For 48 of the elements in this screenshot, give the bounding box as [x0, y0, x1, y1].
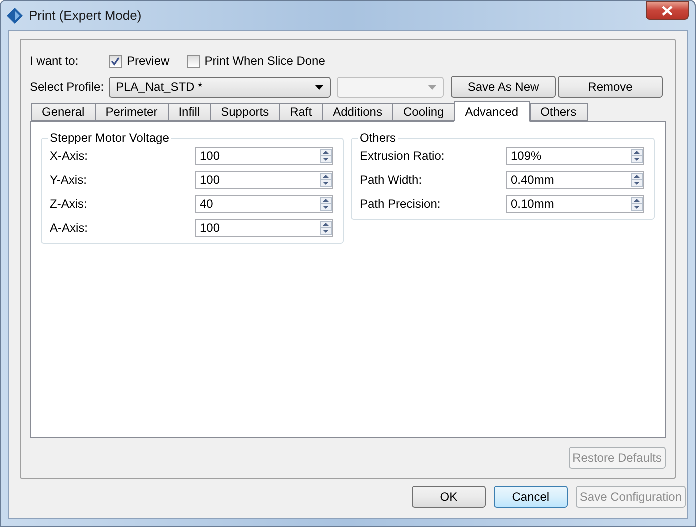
options-label: I want to: [30, 54, 80, 68]
spinner-arrows-icon[interactable] [320, 149, 332, 163]
checkbox[interactable]: Preview [109, 54, 170, 68]
checkbox[interactable]: Print When Slice Done [186, 54, 326, 68]
spin-box[interactable]: 0.10mm [506, 195, 644, 213]
spinner-arrows-icon[interactable] [320, 173, 332, 187]
profile-label: Select Profile: [30, 80, 106, 94]
field-label: Extrusion Ratio: [360, 149, 446, 163]
spinner-arrows-icon[interactable] [320, 197, 332, 211]
field-label: Path Width: [360, 173, 424, 187]
dropdown-arrow-icon [428, 84, 437, 90]
spin-box[interactable]: 100 [195, 147, 333, 165]
tab[interactable]: Raft [279, 103, 322, 121]
ok-button[interactable]: OK [412, 486, 486, 508]
spinner-arrows-icon[interactable] [631, 173, 643, 187]
spinner-arrows-icon[interactable] [320, 221, 332, 235]
tab[interactable]: General [31, 103, 95, 121]
close-button[interactable] [646, 1, 689, 20]
spin-box[interactable]: 0.40mm [506, 171, 644, 189]
spin-box[interactable]: 40 [195, 195, 333, 213]
field-label: A-Axis: [50, 221, 90, 235]
cancel-button[interactable]: Cancel [494, 486, 568, 508]
remove-button[interactable]: Remove [558, 76, 663, 98]
tab[interactable]: Infill [168, 103, 210, 121]
field-label: Y-Axis: [50, 173, 88, 187]
tab[interactable]: Advanced [454, 101, 530, 122]
field-label: Path Precision: [360, 197, 442, 211]
group-title: Others [358, 131, 398, 145]
app-logo-icon [7, 8, 23, 24]
tab[interactable]: Cooling [392, 103, 454, 121]
spin-box[interactable]: 100 [195, 219, 333, 237]
tab[interactable]: Others [530, 103, 588, 121]
save-as-new-button[interactable]: Save As New [451, 76, 556, 98]
group-title: Stepper Motor Voltage [48, 131, 172, 145]
window-title: Print (Expert Mode) [29, 8, 143, 23]
field-label: X-Axis: [50, 149, 90, 163]
spin-box[interactable]: 109% [506, 147, 644, 165]
tab[interactable]: Supports [210, 103, 280, 121]
tab[interactable]: Additions [322, 103, 392, 121]
spinner-arrows-icon[interactable] [631, 149, 643, 163]
checkmark-icon [111, 56, 120, 66]
spin-box[interactable]: 100 [195, 171, 333, 189]
close-icon [662, 6, 673, 16]
profile-dropdown[interactable]: PLA_Nat_STD * [109, 76, 331, 98]
tab[interactable]: Perimeter [94, 103, 168, 121]
field-label: Z-Axis: [50, 197, 88, 211]
spinner-arrows-icon[interactable] [631, 197, 643, 211]
dropdown-arrow-icon [315, 84, 324, 90]
